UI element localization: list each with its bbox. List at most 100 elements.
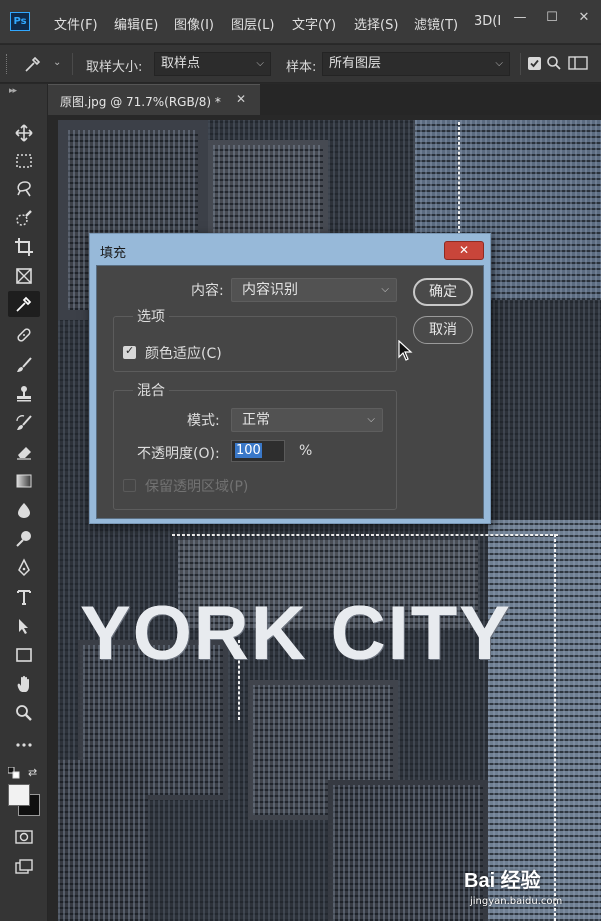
foreground-color-swatch[interactable] [8,784,30,806]
opacity-value: 100 [235,443,262,458]
menu-edit[interactable]: 编辑(E) [114,14,158,33]
lasso-tool[interactable] [12,178,36,200]
gradient-tool[interactable] [12,470,36,492]
menu-file[interactable]: 文件(F) [54,14,98,33]
sample-select[interactable]: 所有图层 ⌵ [322,52,510,76]
type-icon [17,590,31,605]
options-separator [72,53,73,75]
blur-icon [18,503,30,518]
brush-icon [17,357,32,372]
mouse-cursor-icon [398,339,414,366]
path-select-tool[interactable] [12,615,36,637]
eraser-icon [17,447,31,460]
content-label: 内容: [191,283,224,299]
fill-dialog: 填充 ✕ 内容: 内容识别 ⌵ 确定 取消 选项 颜色适应(C) 混合 模式: … [89,233,491,524]
dodge-icon [16,531,31,547]
mode-label: 模式: [187,413,220,429]
stamp-icon [17,386,31,402]
rectangle-tool[interactable] [12,644,36,666]
menu-layer[interactable]: 图层(L) [231,14,274,33]
zoom-icon [16,705,32,721]
gradient-icon [16,474,32,488]
crop-tool[interactable] [12,236,36,258]
sample-size-value: 取样点 [161,56,201,71]
dialog-title: 填充 [100,246,127,261]
sample-size-label: 取样大小: [86,60,143,75]
default-colors-icon[interactable] [7,766,20,783]
menu-filter[interactable]: 滤镜(T) [414,14,458,33]
content-select[interactable]: 内容识别 ⌵ [231,278,397,302]
chevron-down-icon: ⌵ [495,58,503,69]
color-adapt-checkbox[interactable] [123,344,136,359]
pen-tool[interactable] [12,557,36,579]
document-tab-title: 原图.jpg @ 71.7%(RGB/8) * [60,95,221,109]
type-tool[interactable] [12,586,36,608]
mode-value: 正常 [242,412,270,428]
chevron-down-icon: ⌵ [256,58,264,69]
canvas-text-overlay: YORK CITY [80,591,512,676]
city-building [58,760,148,921]
eyedropper-preset-icon[interactable] [22,53,44,79]
options-group-title: 选项 [133,306,169,326]
eyedropper-icon [16,296,32,312]
pen-icon [18,558,30,577]
quick-select-tool[interactable] [12,207,36,229]
preserve-transparency-label: 保留透明区域(P) [145,479,249,495]
swap-colors-icon[interactable]: ⇄ [28,766,37,779]
stamp-tool[interactable] [12,383,36,405]
eraser-tool[interactable] [12,441,36,463]
opacity-input[interactable]: 100 [231,440,285,462]
sample-label: 样本: [286,60,317,75]
sample-value: 所有图层 [329,56,382,71]
selection-border [172,534,558,536]
hand-tool[interactable] [12,673,36,695]
history-brush-tool[interactable] [12,412,36,434]
rectangle-icon [16,648,32,662]
dialog-close-button[interactable]: ✕ [444,241,484,260]
city-building [213,145,323,235]
search-icon[interactable] [546,55,562,75]
cancel-button[interactable]: 取消 [413,316,473,344]
options-separator [520,53,521,75]
preset-chevron-icon[interactable]: ⌄ [53,57,61,68]
show-ring-checkbox[interactable] [528,57,541,70]
menu-image[interactable]: 图像(I) [174,14,214,33]
document-tab[interactable]: 原图.jpg @ 71.7%(RGB/8) * ✕ [48,84,260,115]
close-window-button[interactable]: ✕ [572,8,596,28]
screen-mode-button[interactable] [12,856,36,878]
options-bar: ⌄ 取样大小: 取样点 ⌵ 样本: 所有图层 ⌵ [0,45,601,83]
move-icon [15,124,33,142]
workspace-icon[interactable] [568,55,590,75]
healing-tool[interactable] [12,324,36,346]
more-tools[interactable] [12,734,36,756]
close-icon[interactable]: ✕ [236,92,246,106]
history-brush-icon [16,415,32,430]
menu-type[interactable]: 文字(Y) [292,14,336,33]
collapse-icon[interactable]: ▸▸ [9,86,17,96]
chevron-down-icon: ⌵ [381,284,389,295]
brush-tool[interactable] [12,354,36,376]
preserve-transparency-checkbox[interactable] [123,479,136,492]
selection-border [458,122,460,234]
menu-3d[interactable]: 3D(I [474,14,501,29]
zoom-tool[interactable] [12,702,36,724]
mode-select[interactable]: 正常 ⌵ [231,408,383,432]
hand-icon [17,675,29,692]
ok-button[interactable]: 确定 [413,278,473,306]
crop-icon [15,238,33,256]
move-tool[interactable] [12,122,36,144]
chevron-down-icon: ⌵ [367,414,375,425]
content-value: 内容识别 [242,282,298,298]
marquee-tool[interactable] [12,150,36,172]
dodge-tool[interactable] [12,528,36,550]
sample-size-select[interactable]: 取样点 ⌵ [154,52,271,76]
menu-select[interactable]: 选择(S) [354,14,398,33]
maximize-button[interactable]: ☐ [540,8,564,28]
frame-tool[interactable] [12,265,36,287]
marquee-icon [16,154,32,168]
lasso-icon [17,181,31,197]
quick-mask-button[interactable] [12,826,36,848]
eyedropper-tool[interactable] [8,291,40,317]
blur-tool[interactable] [12,499,36,521]
minimize-button[interactable]: — [508,8,532,28]
